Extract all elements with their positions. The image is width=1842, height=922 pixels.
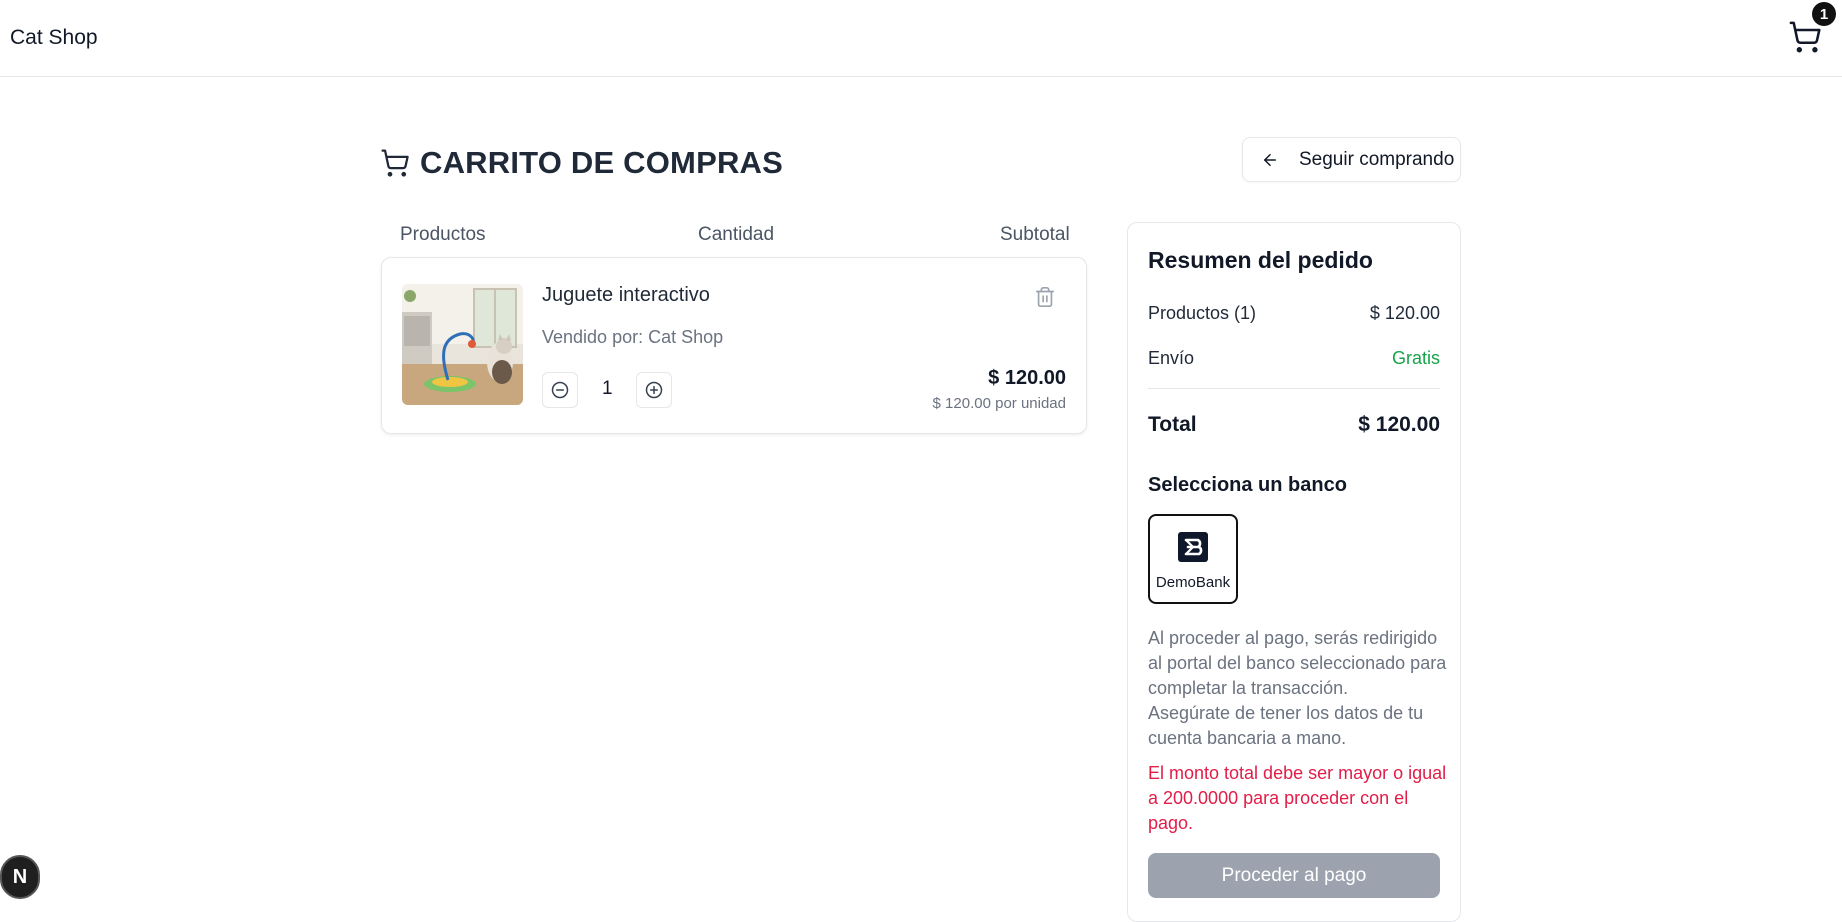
payment-info-line-1: Al proceder al pago, serás redirigido al… bbox=[1148, 628, 1447, 698]
summary-total-label: Total bbox=[1148, 413, 1197, 436]
bank-select-title: Selecciona un banco bbox=[1148, 474, 1347, 496]
product-photo bbox=[402, 284, 523, 405]
summary-shipping-value: Gratis bbox=[1391, 348, 1440, 368]
proceed-to-payment-button[interactable]: Proceder al pago bbox=[1148, 853, 1440, 898]
summary-total-value: $ 120.00 bbox=[1358, 413, 1440, 436]
minimum-amount-error: El monto total debe ser mayor o igual a … bbox=[1148, 763, 1447, 833]
plus-circle-icon bbox=[645, 381, 663, 399]
order-summary-title: Resumen del pedido bbox=[1148, 247, 1373, 273]
trash-icon bbox=[1035, 287, 1055, 307]
minus-circle-icon bbox=[551, 381, 569, 399]
summary-products-value: $ 120.00 bbox=[1369, 303, 1440, 323]
cart-button[interactable] bbox=[1788, 20, 1822, 54]
payment-info-text: Al proceder al pago, serás redirigido al… bbox=[1148, 626, 1448, 751]
top-navbar: Cat Shop 1 bbox=[0, 0, 1842, 77]
cart-item-card: Juguete interactivo Vendido por: Cat Sho… bbox=[381, 257, 1087, 434]
bank-logo-icon bbox=[1178, 532, 1208, 562]
summary-divider bbox=[1148, 388, 1440, 389]
page-title-row: CARRITO DE COMPRAS bbox=[380, 143, 783, 183]
product-image[interactable] bbox=[402, 284, 523, 405]
product-name[interactable]: Juguete interactivo bbox=[542, 284, 710, 307]
order-summary-panel: Resumen del pedido Productos (1) $ 120.0… bbox=[1127, 222, 1461, 922]
decrease-quantity-button[interactable] bbox=[542, 372, 578, 408]
shopping-cart-icon bbox=[1789, 21, 1821, 53]
summary-shipping-label: Envío bbox=[1148, 348, 1195, 368]
summary-products-label: Productos (1) bbox=[1148, 303, 1257, 323]
bank-option-demobank[interactable]: DemoBank bbox=[1148, 514, 1238, 604]
product-seller: Vendido por: Cat Shop bbox=[542, 327, 724, 347]
continue-shopping-button[interactable]: Seguir comprando bbox=[1242, 137, 1461, 182]
item-unit-price: $ 120.00 por unidad bbox=[932, 395, 1066, 412]
bank-name: DemoBank bbox=[1155, 574, 1231, 591]
page-title: CARRITO DE COMPRAS bbox=[420, 145, 783, 180]
remove-item-button[interactable] bbox=[1034, 286, 1058, 310]
summary-total-row: Total $ 120.00 bbox=[1148, 413, 1440, 437]
column-header-quantity: Cantidad bbox=[698, 224, 775, 245]
quantity-value: 1 bbox=[602, 378, 613, 399]
continue-shopping-label: Seguir comprando bbox=[1299, 148, 1455, 170]
cart-count-badge: 1 bbox=[1812, 2, 1836, 26]
payment-info-line-2: Asegúrate de tener los datos de tu cuent… bbox=[1148, 703, 1424, 748]
nextjs-dev-badge[interactable]: N bbox=[0, 855, 40, 899]
shopping-cart-icon bbox=[381, 149, 409, 177]
brand-logo-text[interactable]: Cat Shop bbox=[10, 26, 98, 50]
summary-products-row: Productos (1) $ 120.00 bbox=[1148, 303, 1440, 324]
column-header-subtotal: Subtotal bbox=[1000, 224, 1070, 245]
increase-quantity-button[interactable] bbox=[636, 372, 672, 408]
summary-shipping-row: Envío Gratis bbox=[1148, 348, 1440, 369]
column-header-products: Productos bbox=[400, 224, 486, 245]
item-subtotal: $ 120.00 bbox=[988, 367, 1066, 389]
arrow-left-icon bbox=[1264, 153, 1276, 166]
